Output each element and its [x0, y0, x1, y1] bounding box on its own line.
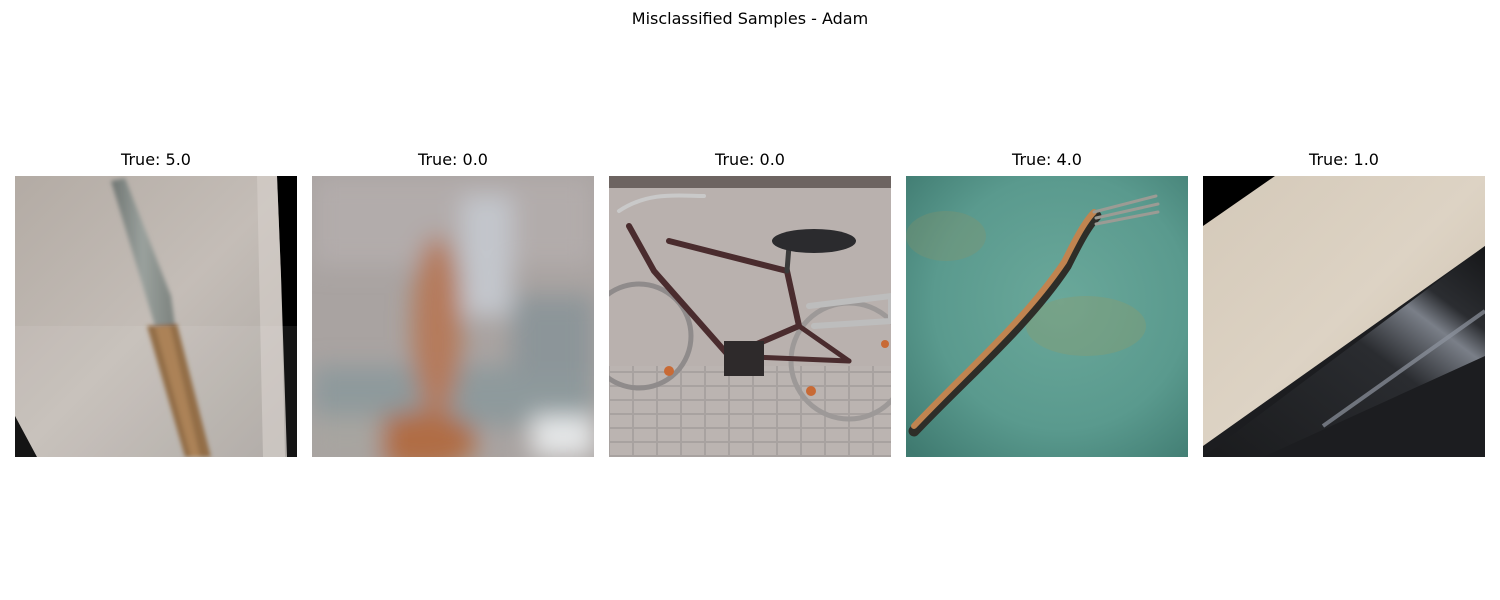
sample-true-label: True: 1.0 — [1309, 150, 1379, 169]
cylinder-image — [1203, 176, 1485, 457]
sample-image-bicycle — [609, 176, 891, 457]
sample-image-knife — [15, 176, 297, 457]
knife-image — [15, 176, 297, 457]
fork-image — [906, 176, 1188, 457]
sample-image-fork — [906, 176, 1188, 457]
sample-true-label: True: 0.0 — [418, 150, 488, 169]
sample-true-label: True: 5.0 — [121, 150, 191, 169]
sample-true-label: True: 0.0 — [715, 150, 785, 169]
sample-panel: True: 1.0 — [1203, 150, 1485, 457]
sample-panel: True: 0.0 — [312, 150, 594, 457]
blurred-object-image — [312, 176, 594, 457]
sample-true-label: True: 4.0 — [1012, 150, 1082, 169]
sample-image-blurred — [312, 176, 594, 457]
sample-image-cylinder — [1203, 176, 1485, 457]
sample-panel: True: 0.0 — [609, 150, 891, 457]
sample-panel: True: 4.0 — [906, 150, 1188, 457]
figure-title: Misclassified Samples - Adam — [631, 9, 869, 28]
sample-panel: True: 5.0 — [15, 150, 297, 457]
bicycle-image — [609, 176, 891, 457]
